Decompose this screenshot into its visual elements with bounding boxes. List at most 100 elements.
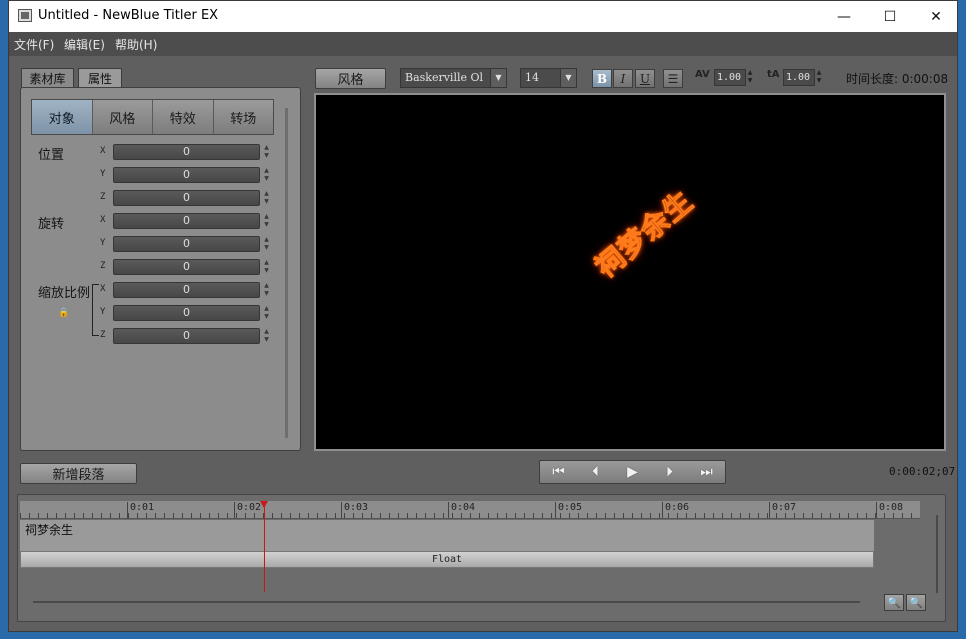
rotation-x-spinner[interactable]: ▲ ▼: [262, 213, 271, 229]
ruler-minor-tick: [488, 513, 489, 518]
scale-z-spinner[interactable]: ▲ ▼: [262, 328, 271, 344]
ruler-minor-tick: [236, 513, 237, 518]
ruler-minor-tick: [101, 513, 102, 518]
maximize-button[interactable]: ☐: [867, 1, 913, 32]
ruler-minor-tick: [452, 513, 453, 518]
ruler-major-tick: [876, 502, 877, 518]
step-back-icon[interactable]: ⏴: [581, 464, 611, 480]
ruler-major-tick: [555, 502, 556, 518]
style-button[interactable]: 风格: [315, 68, 386, 89]
go-to-end-icon[interactable]: ⏭: [692, 464, 722, 480]
axis-label: Z: [100, 261, 106, 271]
panel-scrollbar[interactable]: [285, 108, 288, 438]
position-x-spinner[interactable]: ▲ ▼: [262, 144, 271, 160]
new-segment-button[interactable]: 新增段落: [20, 463, 137, 484]
axis-label: X: [100, 215, 106, 225]
ruler-minor-tick: [20, 513, 21, 518]
ruler-minor-tick: [83, 513, 84, 518]
ruler-minor-tick: [407, 513, 408, 518]
position-x-field[interactable]: 0: [113, 144, 260, 160]
step-forward-icon[interactable]: ⏵: [655, 464, 685, 480]
ruler-minor-tick: [254, 513, 255, 518]
ruler-minor-tick: [812, 513, 813, 518]
position-z-field[interactable]: 0: [113, 190, 260, 206]
effect-bar[interactable]: Float: [20, 551, 874, 568]
rotation-z-spinner[interactable]: ▲ ▼: [262, 259, 271, 275]
preview-title-text[interactable]: 祠梦余生: [586, 180, 701, 285]
tracking-spinner[interactable]: ▲ ▼: [746, 69, 754, 86]
subtab-object[interactable]: 对象: [32, 100, 93, 134]
ruler-major-tick: [234, 502, 235, 518]
ruler-minor-tick: [587, 513, 588, 518]
playhead[interactable]: [260, 501, 268, 592]
menu-file[interactable]: 文件(F): [14, 36, 54, 53]
axis-label: Z: [100, 192, 106, 202]
position-z-spinner[interactable]: ▲ ▼: [262, 190, 271, 206]
ruler-minor-tick: [857, 513, 858, 518]
ruler-minor-tick: [497, 513, 498, 518]
scale-label: 缩放比例: [38, 286, 91, 301]
ruler-minor-tick: [704, 513, 705, 518]
tab-properties[interactable]: 属性: [78, 68, 122, 88]
scale-x-spinner[interactable]: ▲ ▼: [262, 282, 271, 298]
scale-y-field[interactable]: 0: [113, 305, 260, 321]
scale-x-field[interactable]: 0: [113, 282, 260, 298]
timeline-track[interactable]: 祠梦余生: [20, 520, 874, 551]
timeline-h-scrollbar[interactable]: [33, 601, 860, 603]
ruler-minor-tick: [182, 513, 183, 518]
preview-canvas[interactable]: 祠梦余生: [314, 93, 946, 451]
minimize-button[interactable]: —: [821, 1, 867, 32]
scale-y-spinner[interactable]: ▲ ▼: [262, 305, 271, 321]
ruler-minor-tick: [596, 513, 597, 518]
subtab-style[interactable]: 风格: [92, 100, 153, 134]
ruler-minor-tick: [794, 513, 795, 518]
ruler-minor-tick: [506, 513, 507, 518]
underline-button[interactable]: U: [635, 69, 655, 88]
go-to-start-icon[interactable]: ⏮: [544, 464, 574, 480]
ruler-minor-tick: [299, 513, 300, 518]
close-button[interactable]: ✕: [913, 1, 957, 32]
ruler-minor-tick: [614, 513, 615, 518]
ruler-minor-tick: [767, 513, 768, 518]
play-icon[interactable]: ▶: [618, 464, 648, 480]
rotation-z-field[interactable]: 0: [113, 259, 260, 275]
subtab-effects[interactable]: 特效: [153, 100, 214, 134]
ruler-minor-tick: [245, 513, 246, 518]
leading-spinner[interactable]: ▲ ▼: [815, 69, 823, 86]
ruler-minor-tick: [29, 513, 30, 518]
scale-link-bracket: [92, 284, 100, 336]
rotation-y-field[interactable]: 0: [113, 236, 260, 252]
chevron-down-icon[interactable]: ▼: [490, 69, 506, 87]
bold-button[interactable]: B: [592, 69, 612, 88]
menu-help[interactable]: 帮助(H): [115, 36, 157, 53]
rotation-y-spinner[interactable]: ▲ ▼: [262, 236, 271, 252]
ruler-minor-tick: [398, 513, 399, 518]
tab-library[interactable]: 素材库: [21, 68, 74, 88]
ruler-minor-tick: [578, 513, 579, 518]
menu-bar: 文件(F) 编辑(E) 帮助(H): [9, 32, 957, 56]
lock-icon[interactable]: 🔒: [58, 308, 69, 318]
ruler-tick-label: 0:02: [237, 502, 262, 513]
scale-z-field[interactable]: 0: [113, 328, 260, 344]
font-select[interactable]: Baskerville Ol ▼: [400, 68, 507, 88]
timeline-ruler[interactable]: 0:01 0:02 0:03 0:04 0:05 0:06 0:07 0:08: [20, 501, 920, 519]
ruler-minor-tick: [335, 513, 336, 518]
chevron-down-icon[interactable]: ▼: [560, 69, 576, 87]
subtab-transitions[interactable]: 转场: [213, 100, 273, 134]
menu-edit[interactable]: 编辑(E): [64, 36, 105, 53]
axis-label: Z: [100, 330, 106, 340]
italic-button[interactable]: I: [613, 69, 633, 88]
timeline-v-scrollbar[interactable]: [936, 515, 938, 593]
align-menu-icon[interactable]: ☰: [663, 69, 683, 88]
leading-field[interactable]: 1.00: [783, 69, 815, 86]
ruler-minor-tick: [551, 513, 552, 518]
ruler-tick-label: 0:06: [665, 502, 690, 513]
position-y-spinner[interactable]: ▲ ▼: [262, 167, 271, 183]
rotation-x-field[interactable]: 0: [113, 213, 260, 229]
font-size-select[interactable]: 14 ▼: [520, 68, 577, 88]
zoom-in-icon[interactable]: 🔍: [906, 594, 926, 611]
tracking-field[interactable]: 1.00: [714, 69, 746, 86]
zoom-out-icon[interactable]: 🔍: [884, 594, 904, 611]
ruler-minor-tick: [542, 513, 543, 518]
position-y-field[interactable]: 0: [113, 167, 260, 183]
